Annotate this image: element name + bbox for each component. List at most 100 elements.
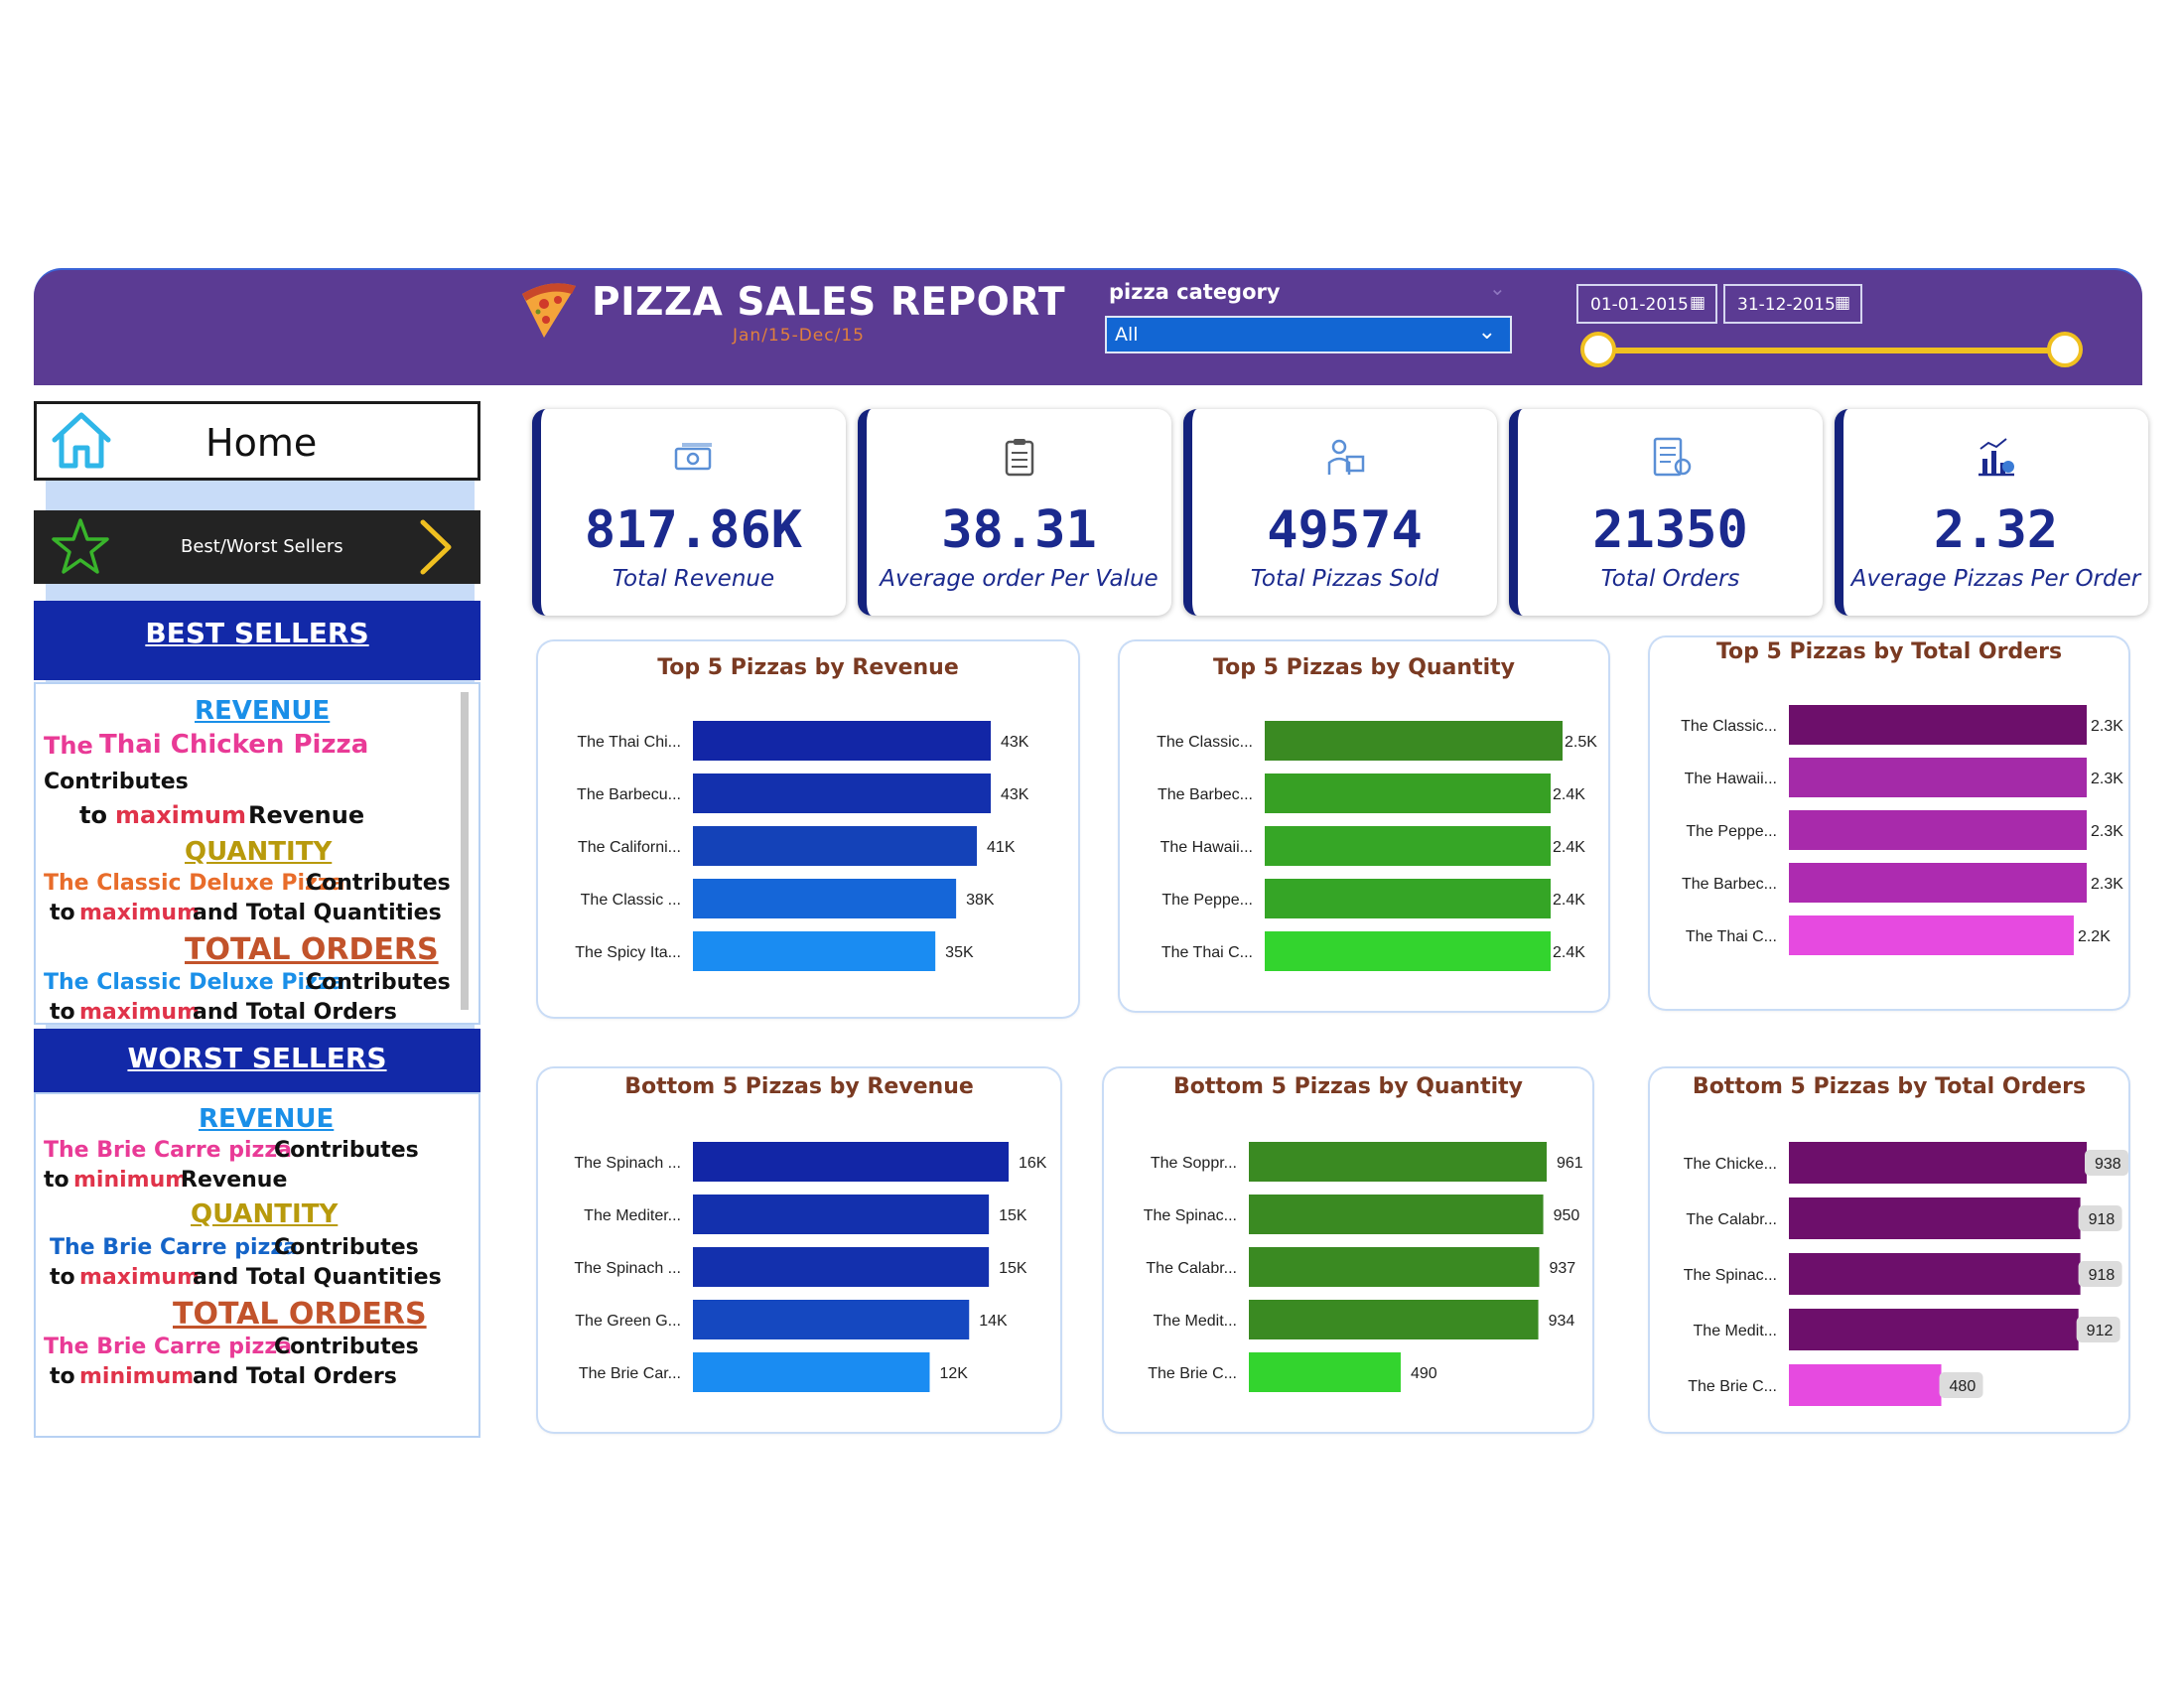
data-label: 2.3K — [2091, 771, 2123, 787]
bar[interactable] — [693, 879, 957, 918]
chart-top5-quantity: Top 5 Pizzas by Quantity The Classic... 2… — [1120, 641, 1608, 1011]
data-label: 2.3K — [2091, 876, 2123, 893]
date-range-slider[interactable] — [1598, 348, 2067, 353]
bar[interactable] — [1249, 1300, 1539, 1339]
bar[interactable] — [1265, 879, 1551, 918]
category-label: The Calabr... — [1686, 1211, 1777, 1228]
category-selected-value: All — [1115, 324, 1139, 346]
bar[interactable] — [693, 1195, 990, 1234]
data-label: 2.5K — [1565, 734, 1597, 751]
worst-sellers-header: WORST SELLERS — [34, 1029, 480, 1092]
bar[interactable] — [1265, 774, 1551, 813]
kpi-card-average-pizzas-per-order: 2.32 Average Pizzas Per Order — [1835, 409, 2148, 616]
bar[interactable] — [693, 721, 991, 761]
revenue-pizza-name: The Brie Carre pizza — [44, 1138, 293, 1163]
category-label: The Spinach ... — [574, 1155, 681, 1172]
category-label: The Calabr... — [1146, 1260, 1237, 1277]
data-label: 912 — [2087, 1323, 2114, 1339]
kpi-value: 38.31 — [941, 500, 1097, 560]
revenue-measure: Revenue — [248, 801, 365, 829]
kpi-value: 2.32 — [1933, 500, 2059, 560]
category-label: The Green G... — [575, 1313, 681, 1330]
kpi-card-total-orders: 21350 Total Orders — [1509, 409, 1823, 616]
quantity-extreme: maximum — [79, 901, 201, 925]
revenue-the: The — [44, 732, 93, 760]
home-label: Home — [205, 421, 318, 465]
bar[interactable] — [1789, 915, 2074, 955]
bar[interactable] — [693, 1352, 930, 1392]
bar[interactable] — [1249, 1142, 1547, 1182]
bar[interactable] — [1789, 810, 2087, 850]
bar[interactable] — [1789, 863, 2087, 903]
chevron-down-icon: ⌄ — [1489, 276, 1506, 300]
best-worst-sellers-button[interactable]: Best/Worst Sellers — [34, 510, 480, 584]
orders-measure: and Total Orders — [193, 1364, 397, 1389]
category-label: The Spinac... — [1144, 1207, 1237, 1224]
revenue-to: to — [79, 801, 107, 829]
quantity-pizza-name: The Brie Carre pizza — [50, 1235, 299, 1260]
slider-start-handle[interactable] — [1580, 332, 1616, 367]
bar[interactable] — [693, 1300, 970, 1339]
data-label: 918 — [2089, 1267, 2116, 1284]
calendar-icon[interactable]: ▦ — [1835, 293, 1850, 313]
kpi-value: 49574 — [1267, 500, 1423, 560]
orders-to: to — [50, 1000, 75, 1025]
bar[interactable] — [1789, 758, 2087, 797]
category-label: The Classic... — [1681, 718, 1777, 735]
quantity-pizza-name: The Classic Deluxe Pizza — [44, 871, 345, 896]
slider-end-handle[interactable] — [2047, 332, 2083, 367]
data-label: 480 — [1950, 1378, 1977, 1395]
bar[interactable] — [1249, 1352, 1401, 1392]
best-worst-sellers-label: Best/Worst Sellers — [181, 536, 343, 557]
quantity-heading: QUANTITY — [191, 1199, 339, 1229]
bar[interactable] — [1265, 931, 1551, 971]
revenue-extreme: minimum — [73, 1168, 189, 1193]
bar[interactable] — [693, 1247, 990, 1287]
bar[interactable] — [1249, 1195, 1544, 1234]
category-label: The Brie C... — [1148, 1365, 1237, 1382]
bar[interactable] — [693, 1142, 1009, 1182]
bar-chart: The Classic... 2.5K The Barbec... 2.4K The H… — [1157, 721, 1597, 971]
bar[interactable] — [1789, 1197, 2081, 1239]
orders-contributes: Contributes — [306, 970, 451, 995]
category-label: The Spinach ... — [574, 1260, 681, 1277]
bar[interactable] — [693, 774, 991, 813]
bar[interactable] — [1265, 721, 1563, 761]
quantity-measure: and Total Quantities — [193, 901, 442, 925]
bar[interactable] — [1265, 826, 1551, 866]
bar[interactable] — [1789, 1253, 2081, 1295]
data-label: 16K — [1019, 1155, 1047, 1172]
bar[interactable] — [1789, 1142, 2087, 1184]
chart-bottom5-revenue: Bottom 5 Pizzas by Revenue The Spinach .… — [538, 1068, 1060, 1432]
bar[interactable] — [693, 826, 978, 866]
bar[interactable] — [1789, 705, 2087, 745]
bar[interactable] — [1789, 1364, 1942, 1406]
end-date-input[interactable]: 31-12-2015 ▦ — [1723, 284, 1862, 324]
start-date-input[interactable]: 01-01-2015 ▦ — [1576, 284, 1717, 324]
kpi-label: Average order Per Value — [880, 566, 1159, 592]
chevron-down-icon: ⌄ — [1477, 320, 1496, 345]
revenue-heading: REVENUE — [195, 696, 331, 726]
category-label: The Medit... — [1154, 1313, 1237, 1330]
chevron-right-icon — [420, 519, 452, 575]
bar[interactable] — [1249, 1247, 1540, 1287]
orders-extreme: maximum — [79, 1000, 201, 1025]
calendar-icon[interactable]: ▦ — [1690, 293, 1706, 313]
category-label: The Classic ... — [581, 892, 681, 909]
data-label: 15K — [999, 1207, 1027, 1224]
end-date-value: 31-12-2015 — [1737, 295, 1836, 315]
home-button[interactable]: Home — [34, 401, 480, 481]
orders-heading: TOTAL ORDERS — [185, 932, 439, 967]
revenue-contributes: Contributes — [44, 770, 189, 794]
chart-bottom5-orders: Bottom 5 Pizzas by Total Orders The Chic… — [1650, 1068, 2128, 1432]
clipboard-icon — [1005, 439, 1033, 477]
kpi-value: 21350 — [1592, 500, 1748, 560]
category-label: The Barbec... — [1158, 786, 1253, 803]
bar[interactable] — [1789, 1309, 2079, 1350]
scrollbar[interactable] — [461, 692, 469, 1010]
category-dropdown[interactable]: All ⌄ — [1105, 316, 1512, 353]
category-label: The Peppe... — [1161, 892, 1253, 909]
data-label: 2.4K — [1553, 892, 1585, 909]
bar-chart: The Spinach ... 16K The Mediter... 15K The S… — [574, 1142, 1047, 1392]
bar[interactable] — [693, 931, 936, 971]
